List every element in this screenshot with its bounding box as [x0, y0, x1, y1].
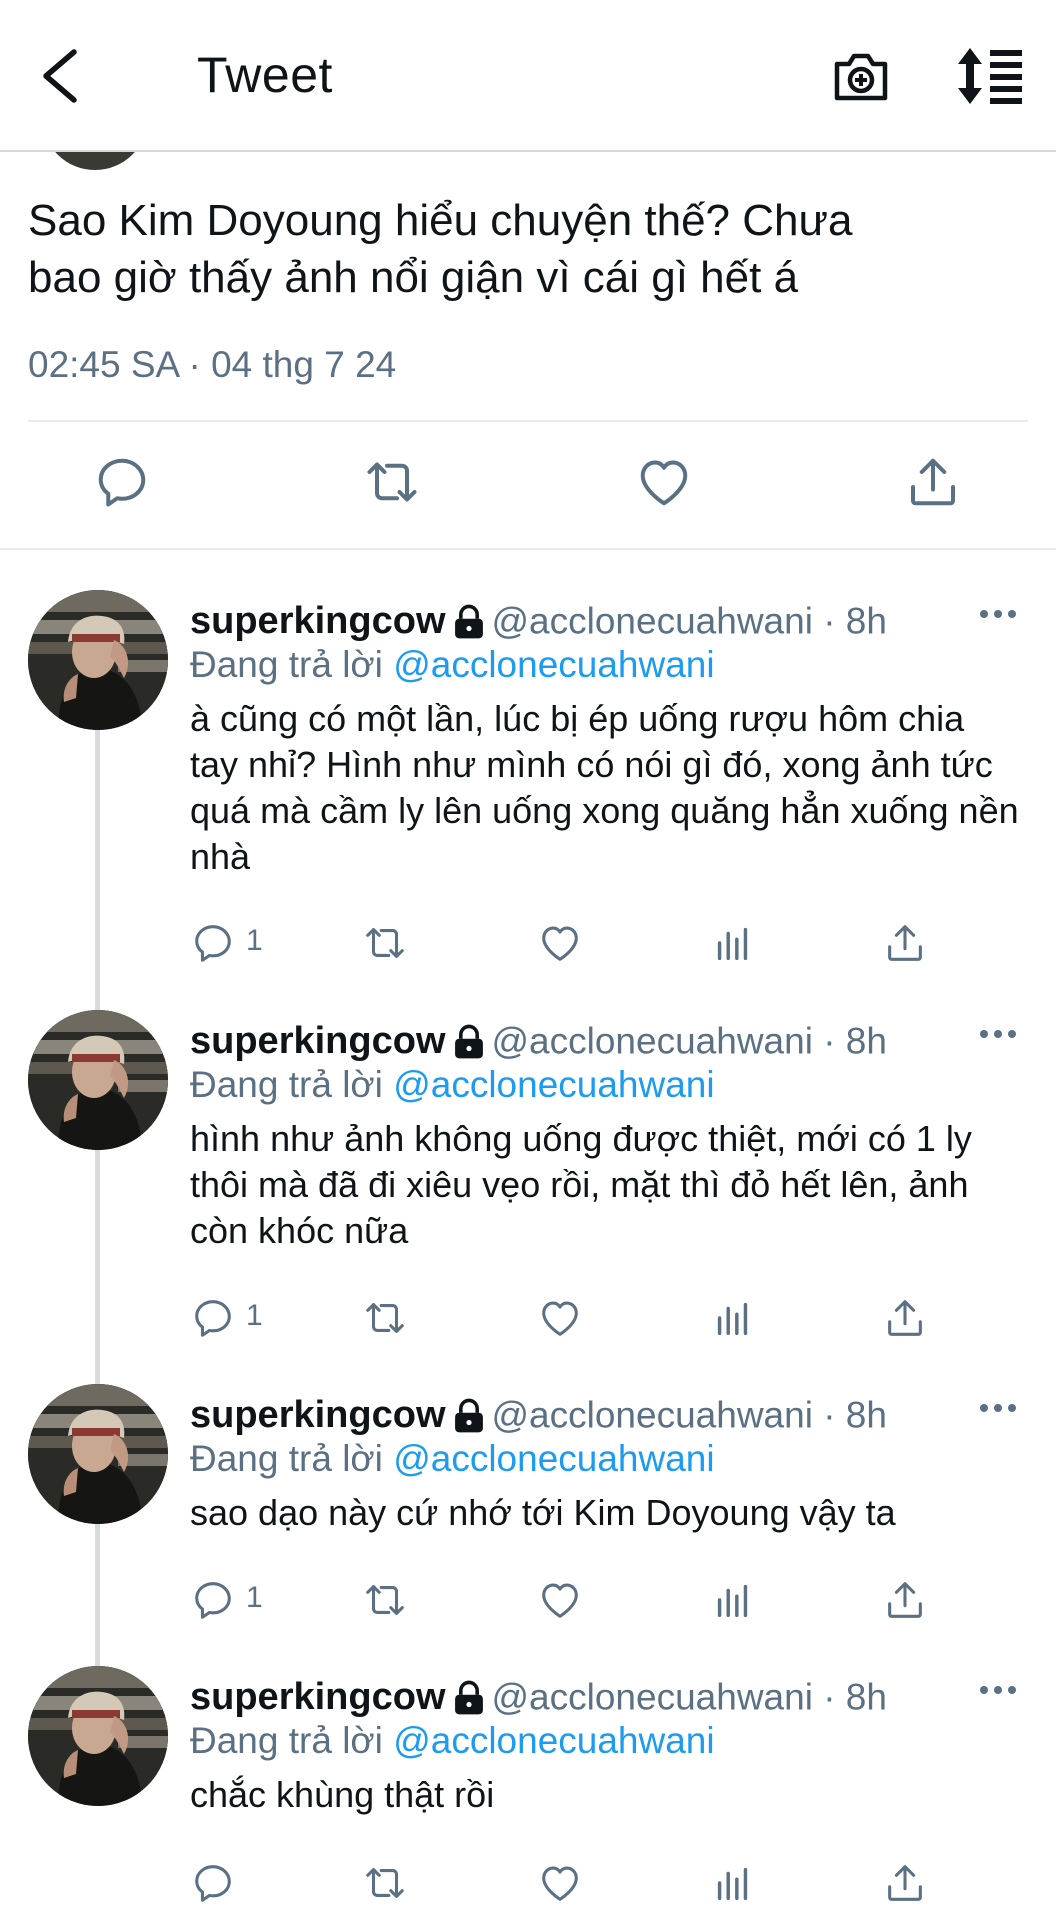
display-name[interactable]: superkingcow [190, 600, 446, 642]
retweet-icon[interactable] [362, 1293, 408, 1343]
comment-icon[interactable] [190, 1575, 236, 1625]
display-name[interactable]: superkingcow [190, 1020, 446, 1062]
lock-icon [452, 1680, 486, 1716]
top-navigation-bar: Tweet [0, 0, 1056, 152]
lock-icon [452, 1024, 486, 1060]
share-icon[interactable] [882, 1293, 928, 1343]
page-title: Tweet [197, 47, 333, 103]
mention-link[interactable]: @acclonecuahwani [393, 1438, 714, 1479]
heart-icon[interactable] [537, 1293, 583, 1343]
sort-icon[interactable] [956, 46, 1024, 106]
lock-icon [452, 1398, 486, 1434]
share-icon[interactable] [882, 1575, 928, 1625]
more-dots-icon[interactable] [978, 1398, 1018, 1418]
retweet-icon[interactable] [362, 1575, 408, 1625]
handle-time: @acclonecuahwani · 8h [491, 600, 887, 642]
mention-link[interactable]: @acclonecuahwani [393, 1064, 714, 1105]
avatar[interactable] [28, 590, 168, 730]
tweet-action-bar [0, 452, 1056, 516]
retweet-icon[interactable] [362, 918, 408, 968]
avatar[interactable] [28, 1010, 168, 1150]
thread-connector [95, 730, 100, 1800]
heart-icon[interactable] [537, 1858, 583, 1908]
share-icon[interactable] [903, 452, 963, 512]
more-dots-icon[interactable] [978, 1680, 1018, 1700]
retweet-icon[interactable] [362, 1858, 408, 1908]
reply-count: 1 [246, 924, 263, 957]
reply-header: superkingcow @acclonecuahwani · 8h [190, 1020, 1010, 1064]
replying-to: Đang trả lời @acclonecuahwani [190, 1064, 715, 1105]
display-name[interactable]: superkingcow [190, 1676, 446, 1718]
share-icon[interactable] [882, 918, 928, 968]
reply-header: superkingcow @acclonecuahwani · 8h [190, 1676, 1010, 1720]
camera-plus-icon[interactable] [832, 48, 890, 104]
retweet-icon[interactable] [362, 452, 422, 512]
comment-icon[interactable] [92, 452, 152, 512]
mention-link[interactable]: @acclonecuahwani [393, 1720, 714, 1761]
divider [28, 420, 1028, 422]
reply-action-bar [0, 1858, 1056, 1908]
replying-to: Đang trả lời @acclonecuahwani [190, 644, 715, 685]
tweet-text: Sao Kim Doyoung hiểu chuyện thế? Chưa ba… [28, 196, 853, 302]
lock-icon [452, 604, 486, 640]
reply-action-bar: 1 [0, 1575, 1056, 1625]
comment-icon[interactable] [190, 1858, 236, 1908]
bar-chart-icon[interactable] [710, 1293, 756, 1343]
reply-count: 1 [246, 1299, 263, 1332]
handle-time: @acclonecuahwani · 8h [491, 1394, 887, 1436]
bar-chart-icon[interactable] [710, 918, 756, 968]
reply-text: à cũng có một lần, lúc bị ép uống rượu h… [190, 698, 1019, 877]
comment-icon[interactable] [190, 1293, 236, 1343]
mention-link[interactable]: @acclonecuahwani [393, 644, 714, 685]
avatar[interactable] [28, 1666, 168, 1806]
reply-action-bar: 1 [0, 1293, 1056, 1343]
replying-to: Đang trả lời @acclonecuahwani [190, 1438, 715, 1479]
share-icon[interactable] [882, 1858, 928, 1908]
handle-time: @acclonecuahwani · 8h [491, 1676, 887, 1718]
handle-time: @acclonecuahwani · 8h [491, 1020, 887, 1062]
heart-icon[interactable] [634, 452, 694, 512]
reply-count: 1 [246, 1581, 263, 1614]
tweet-timestamp[interactable]: 02:45 SA · 04 thg 7 24 [28, 344, 396, 386]
bar-chart-icon[interactable] [710, 1858, 756, 1908]
reply-text: hình như ảnh không uống được thiệt, mới … [190, 1118, 972, 1251]
reply-header: superkingcow @acclonecuahwani · 8h [190, 1394, 1010, 1438]
bar-chart-icon[interactable] [710, 1575, 756, 1625]
comment-icon[interactable] [190, 918, 236, 968]
reply-text: chắc khùng thật rồi [190, 1774, 495, 1815]
heart-icon[interactable] [537, 1575, 583, 1625]
replying-to: Đang trả lời @acclonecuahwani [190, 1720, 715, 1761]
divider [0, 548, 1056, 550]
reply-action-bar: 1 [0, 918, 1056, 968]
more-dots-icon[interactable] [978, 604, 1018, 624]
reply-text: sao dạo này cứ nhớ tới Kim Doyoung vậy t… [190, 1492, 896, 1533]
heart-icon[interactable] [537, 918, 583, 968]
chevron-left-icon[interactable] [38, 48, 82, 104]
avatar[interactable] [28, 1384, 168, 1524]
more-dots-icon[interactable] [978, 1024, 1018, 1044]
reply-header: superkingcow @acclonecuahwani · 8h [190, 600, 1010, 644]
display-name[interactable]: superkingcow [190, 1394, 446, 1436]
